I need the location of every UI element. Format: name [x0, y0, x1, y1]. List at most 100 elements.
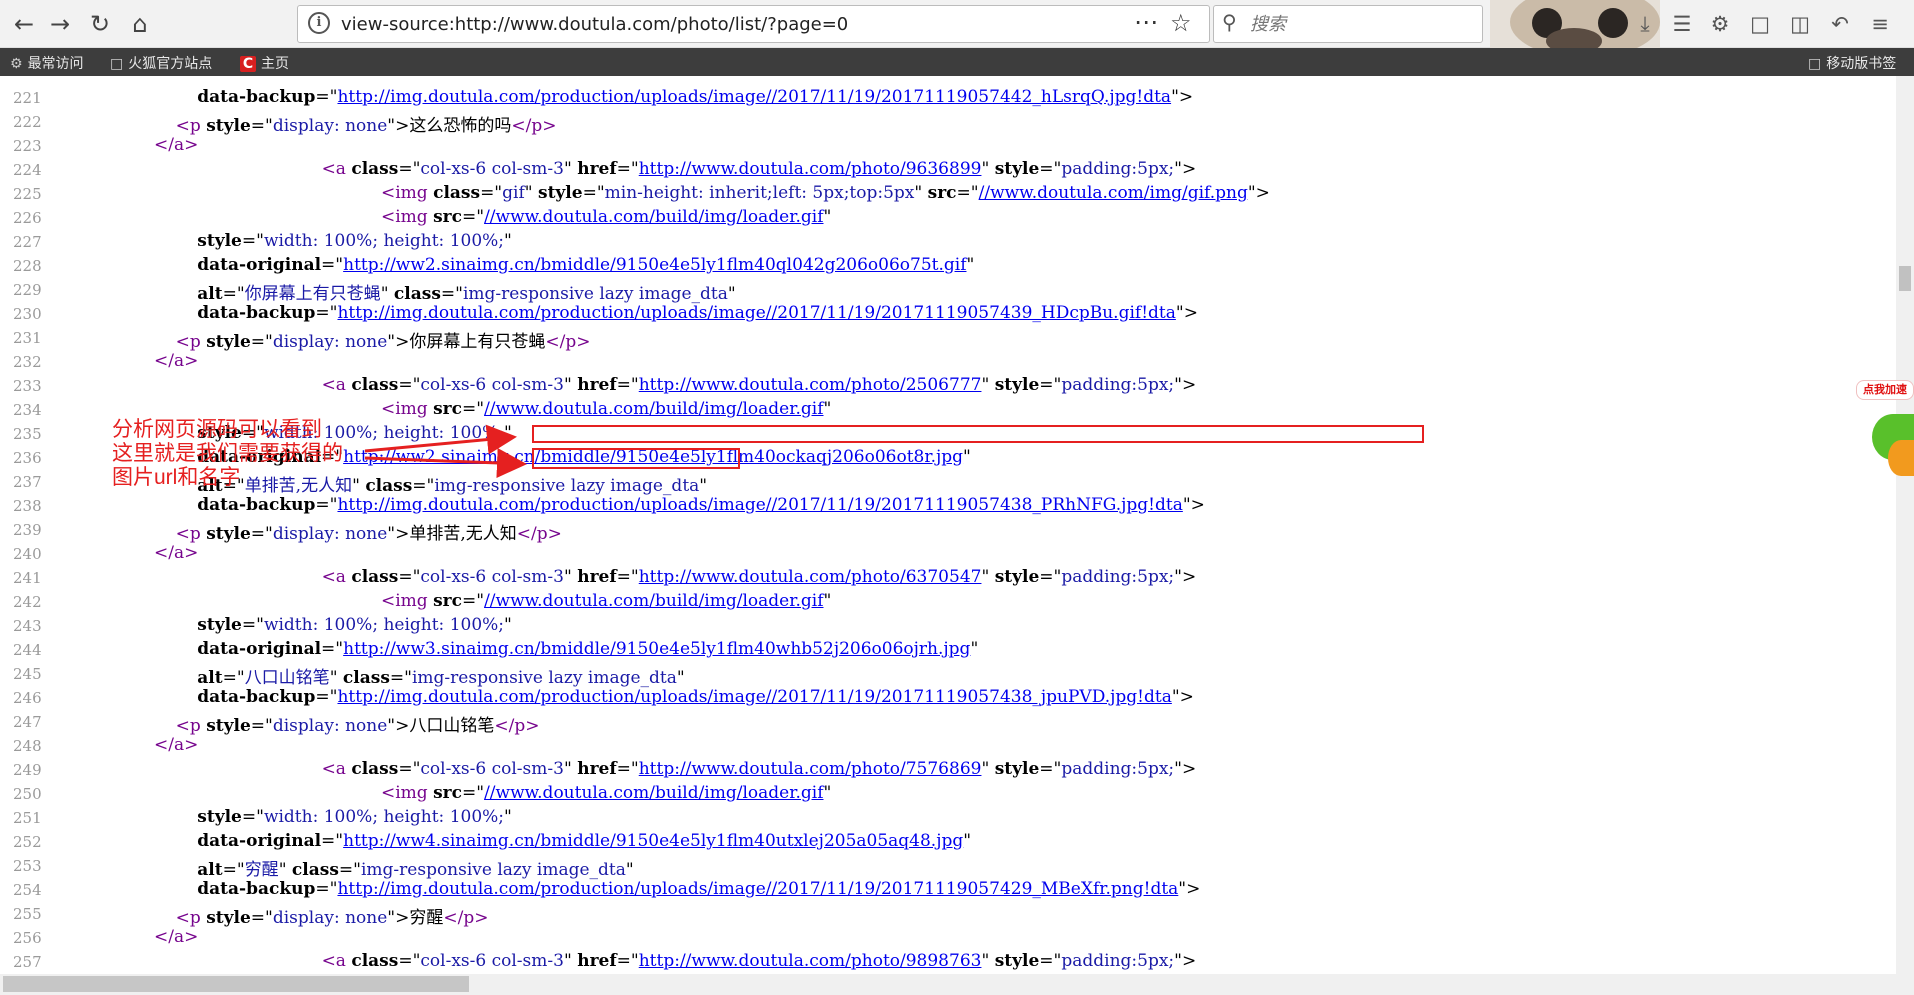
source-line: data-backup="http://img.doutula.com/prod…	[197, 687, 1194, 707]
line-number: 235	[13, 425, 42, 443]
bookmark-most-visited[interactable]: ⚙ 最常访问	[10, 53, 84, 73]
forward-button[interactable]: →	[42, 6, 78, 42]
annotation-line: 图片url和名字	[112, 466, 241, 489]
home-button[interactable]: ⌂	[122, 6, 158, 42]
line-number: 237	[13, 473, 42, 491]
url-text[interactable]: view-source:http://www.doutula.com/photo…	[341, 14, 848, 35]
source-line: <img src="//www.doutula.com/build/img/lo…	[381, 399, 832, 419]
library-icon[interactable]: ☰	[1668, 10, 1696, 38]
reload-button[interactable]: ↻	[82, 6, 118, 42]
line-number: 251	[13, 809, 42, 827]
search-input[interactable]	[1250, 12, 1470, 36]
speedup-widget[interactable]: 点我加速	[1854, 380, 1914, 490]
line-number: 233	[13, 377, 42, 395]
highlight-box-alt	[532, 448, 740, 469]
source-line: data-backup="http://img.doutula.com/prod…	[197, 879, 1201, 899]
line-number: 224	[13, 161, 42, 179]
source-line: style="width: 100%; height: 100%;"	[197, 807, 512, 827]
line-number: 221	[13, 89, 42, 107]
search-bar[interactable]: ⚲	[1213, 5, 1483, 43]
download-icon[interactable]: ⤓	[1631, 10, 1659, 38]
sidebar-icon[interactable]: ◫	[1786, 10, 1814, 38]
source-line: <img class="gif" style="min-height: inhe…	[381, 183, 1270, 203]
menu-icon[interactable]: ≡	[1866, 10, 1894, 38]
horizontal-scrollbar-thumb[interactable]	[3, 976, 469, 992]
source-line: alt="你屏幕上有只苍蝇" class="img-responsive laz…	[197, 284, 736, 304]
source-line: data-original="http://ww2.sinaimg.cn/bmi…	[197, 255, 975, 275]
bookmark-home[interactable]: C 主页	[240, 53, 289, 73]
source-line: </a>	[154, 135, 199, 155]
mobile-bookmarks[interactable]: □ 移动版书签	[1808, 53, 1896, 73]
line-number: 247	[13, 713, 42, 731]
source-line: <a class="col-xs-6 col-sm-3" href="http:…	[321, 951, 1197, 971]
source-line: <p style="display: none">这么恐怖的吗</p>	[175, 116, 557, 136]
vertical-scrollbar[interactable]	[1896, 76, 1914, 974]
highlight-box-data-original	[532, 425, 1424, 443]
source-line: <p style="display: none">单排苦,无人知</p>	[175, 524, 562, 544]
line-number: 243	[13, 617, 42, 635]
line-number: 226	[13, 209, 42, 227]
line-number: 228	[13, 257, 42, 275]
arrow-right-icon: →	[49, 10, 71, 38]
source-line: alt="穷醒" class="img-responsive lazy imag…	[197, 860, 634, 880]
line-number: 225	[13, 185, 42, 203]
folder-icon: □	[110, 56, 124, 72]
pug-snout	[1546, 28, 1602, 48]
source-line: <p style="display: none">八口山铭笔</p>	[175, 716, 540, 736]
source-line: data-backup="http://img.doutula.com/prod…	[197, 87, 1194, 107]
source-line: <a class="col-xs-6 col-sm-3" href="http:…	[321, 759, 1197, 779]
line-number: 234	[13, 401, 42, 419]
source-line: <img src="//www.doutula.com/build/img/lo…	[381, 783, 832, 803]
line-number: 250	[13, 785, 42, 803]
bookmarks-toolbar: ⚙ 最常访问 □ 火狐官方站点 C 主页 □ 移动版书签	[0, 48, 1914, 76]
bookmark-label: 火狐官方站点	[128, 56, 213, 72]
source-line: </a>	[154, 543, 199, 563]
line-number: 223	[13, 137, 42, 155]
annotation-line: 分析网页源码可以看到	[112, 418, 322, 441]
folder-icon: □	[1808, 56, 1822, 72]
source-line: <a class="col-xs-6 col-sm-3" href="http:…	[321, 159, 1197, 179]
reader-icon[interactable]: □	[1746, 10, 1774, 38]
more-dots-icon[interactable]: ⋯	[1134, 8, 1159, 36]
line-number: 242	[13, 593, 42, 611]
line-number: 222	[13, 113, 42, 131]
annotation-text: 分析网页源码可以看到 这里就是我们需要获得的 图片url和名字	[112, 418, 343, 490]
browser-toolbar: ← → ↻ ⌂ i view-source:http://www.doutula…	[0, 0, 1914, 48]
extension-icon[interactable]: ⚙	[1706, 10, 1734, 38]
line-number: 257	[13, 953, 42, 971]
source-line: <a class="col-xs-6 col-sm-3" href="http:…	[321, 567, 1197, 587]
line-number: 253	[13, 857, 42, 875]
gear-icon: ⚙	[10, 56, 23, 72]
search-icon: ⚲	[1222, 10, 1237, 34]
line-number: 246	[13, 689, 42, 707]
line-number: 238	[13, 497, 42, 515]
back-button[interactable]: ←	[6, 6, 42, 42]
bookmark-firefox-official[interactable]: □ 火狐官方站点	[110, 53, 212, 73]
line-number: 244	[13, 641, 42, 659]
source-line: <img src="//www.doutula.com/build/img/lo…	[381, 591, 832, 611]
url-bar[interactable]: i view-source:http://www.doutula.com/pho…	[297, 5, 1210, 43]
line-number: 256	[13, 929, 42, 947]
undo-icon[interactable]: ↶	[1826, 10, 1854, 38]
line-number: 254	[13, 881, 42, 899]
source-line: style="width: 100%; height: 100%;"	[197, 231, 512, 251]
source-line: style="width: 100%; height: 100%;"	[197, 615, 512, 635]
star-icon[interactable]: ☆	[1170, 9, 1192, 37]
c-logo-icon: C	[240, 56, 256, 72]
source-line: </a>	[154, 927, 199, 947]
home-icon: ⌂	[132, 10, 148, 38]
pug-eye-right	[1598, 8, 1628, 38]
vertical-scrollbar-thumb[interactable]	[1899, 266, 1911, 291]
line-number: 239	[13, 521, 42, 539]
line-number: 255	[13, 905, 42, 923]
line-number: 232	[13, 353, 42, 371]
source-line: data-original="http://ww4.sinaimg.cn/bmi…	[197, 831, 972, 851]
source-line: <img src="//www.doutula.com/build/img/lo…	[381, 207, 832, 227]
line-number: 236	[13, 449, 42, 467]
info-icon[interactable]: i	[308, 12, 330, 34]
source-line: </a>	[154, 735, 199, 755]
line-number: 245	[13, 665, 42, 683]
line-number: 241	[13, 569, 42, 587]
source-view[interactable]: 221 data-backup="http://img.doutula.com/…	[0, 76, 1896, 974]
source-line: data-backup="http://img.doutula.com/prod…	[197, 495, 1205, 515]
